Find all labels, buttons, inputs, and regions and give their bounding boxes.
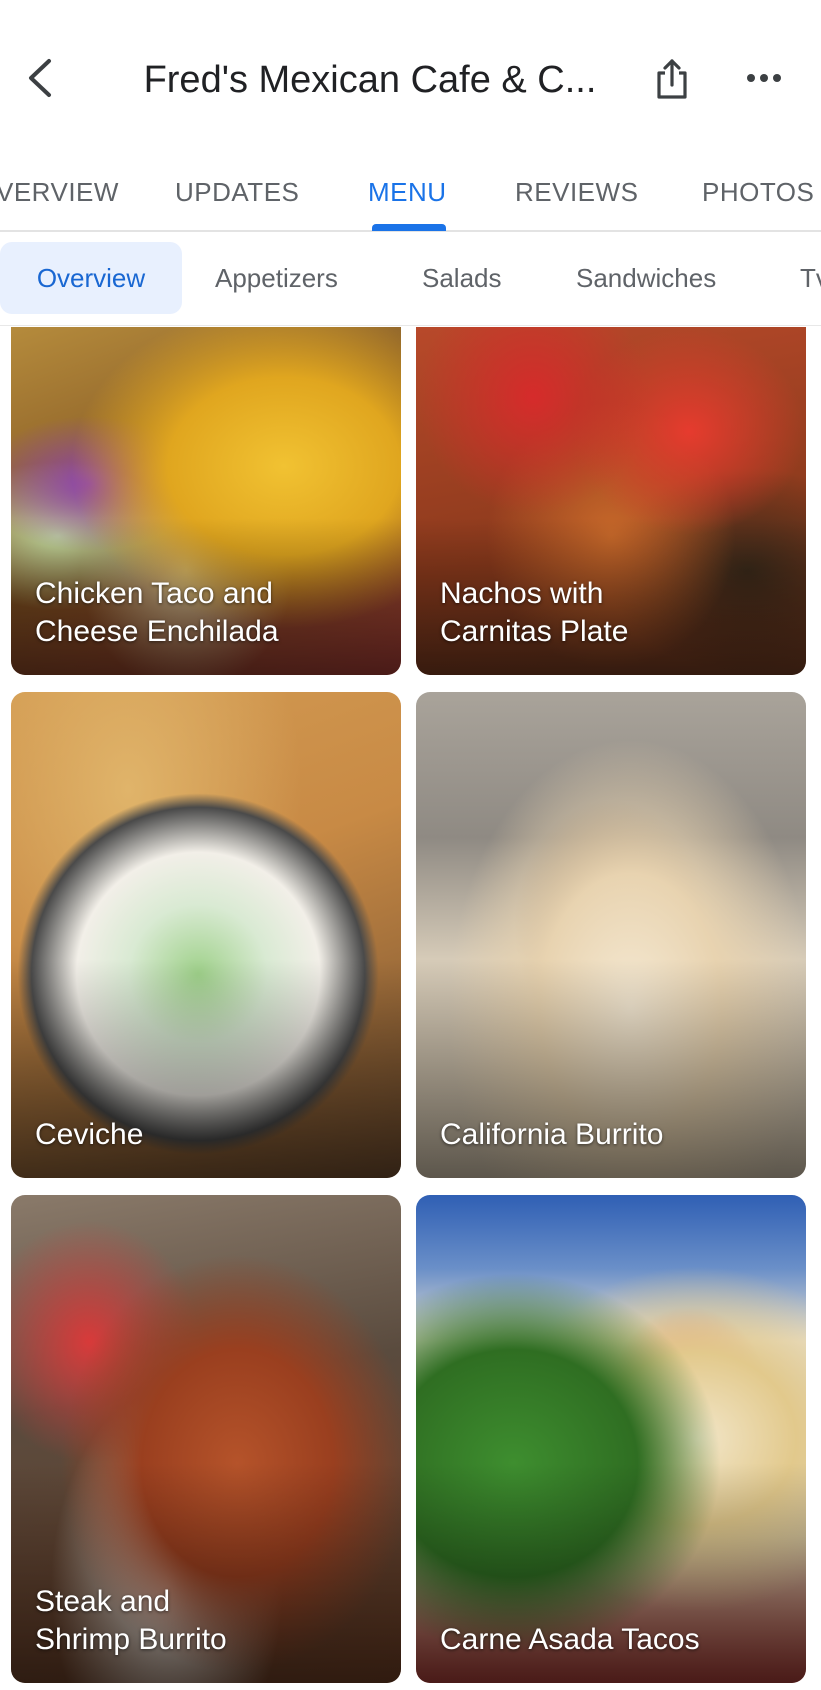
tab-menu[interactable]: MENU bbox=[368, 164, 447, 220]
chevron-left-icon bbox=[29, 59, 51, 97]
more-options-button[interactable] bbox=[740, 56, 788, 100]
chip-sandwiches[interactable]: Sandwiches bbox=[576, 242, 716, 314]
menu-item-name: Steak and Shrimp Burrito bbox=[35, 1585, 227, 1656]
menu-item-card[interactable]: Steak and Shrimp Burrito bbox=[11, 1195, 401, 1683]
page-title: Fred's Mexican Cafe & C... bbox=[143, 59, 597, 101]
menu-item-name: Ceviche bbox=[35, 1118, 144, 1151]
share-icon bbox=[657, 59, 687, 99]
menu-item-card[interactable]: Ceviche bbox=[11, 692, 401, 1178]
menu-item-name: Chicken Taco and Cheese Enchilada bbox=[35, 577, 279, 648]
back-button[interactable] bbox=[18, 50, 62, 106]
chip-next-category[interactable]: Tv bbox=[800, 242, 821, 314]
active-tab-indicator bbox=[372, 224, 446, 231]
place-menu-screen: Fred's Mexican Cafe & C... VERVIEW UPDAT… bbox=[0, 0, 821, 1690]
menu-item-card[interactable]: Carne Asada Tacos bbox=[416, 1195, 806, 1683]
more-horizontal-icon bbox=[747, 74, 781, 82]
tab-updates[interactable]: UPDATES bbox=[175, 164, 299, 220]
tab-photos[interactable]: PHOTOS bbox=[702, 164, 814, 220]
chip-appetizers[interactable]: Appetizers bbox=[215, 242, 338, 314]
menu-item-name: Nachos with Carnitas Plate bbox=[440, 577, 629, 648]
menu-item-card[interactable]: California Burrito bbox=[416, 692, 806, 1178]
tab-overview[interactable]: VERVIEW bbox=[0, 164, 119, 220]
share-button[interactable] bbox=[648, 50, 696, 108]
app-header: Fred's Mexican Cafe & C... bbox=[0, 0, 821, 150]
tab-reviews[interactable]: REVIEWS bbox=[515, 164, 638, 220]
menu-item-card[interactable]: Nachos with Carnitas Plate bbox=[416, 327, 806, 675]
chip-overview[interactable]: Overview bbox=[0, 242, 182, 314]
menu-item-card[interactable]: Chicken Taco and Cheese Enchilada bbox=[11, 327, 401, 675]
chip-salads[interactable]: Salads bbox=[422, 242, 502, 314]
menu-item-name: California Burrito bbox=[440, 1118, 664, 1151]
menu-category-chips: Overview Appetizers Salads Sandwiches Tv bbox=[0, 232, 821, 326]
main-tab-bar: VERVIEW UPDATES MENU REVIEWS PHOTOS bbox=[0, 150, 821, 232]
menu-item-name: Carne Asada Tacos bbox=[440, 1623, 700, 1656]
